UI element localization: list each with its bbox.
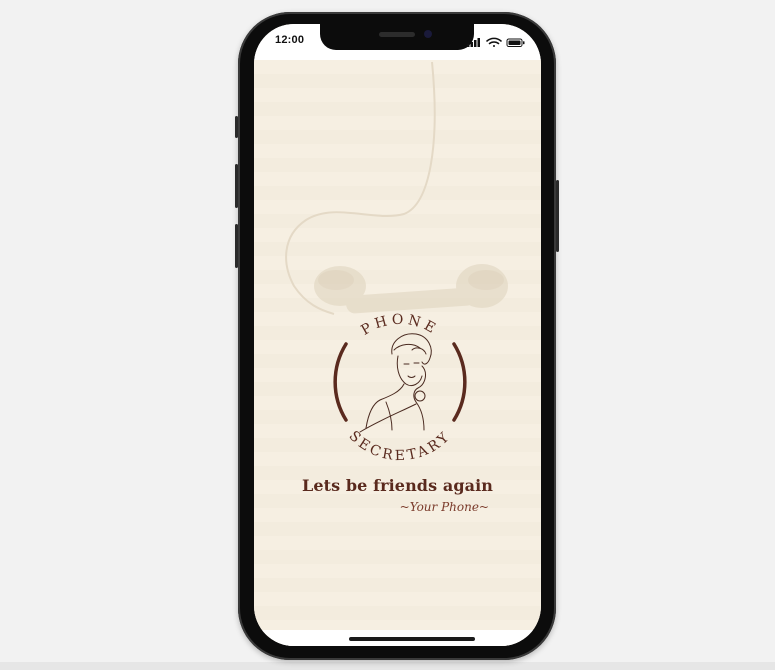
wifi-icon	[486, 37, 502, 47]
signature-text: ~Your Phone~	[399, 500, 489, 514]
logo-top-text: PHONE	[358, 312, 441, 339]
status-time: 12:00	[275, 34, 305, 46]
volume-down-button	[235, 224, 238, 268]
power-button	[556, 180, 559, 252]
signal-icon	[467, 38, 480, 47]
battery-icon	[506, 38, 525, 47]
phone-secretary-logo: PHONE SECRETARY	[333, 312, 467, 462]
logo-bottom-text: SECRETARY	[346, 428, 455, 462]
status-bar: 12:00	[254, 24, 541, 60]
earpiece-speaker	[379, 32, 415, 37]
woman-on-telephone-illustration	[359, 333, 432, 433]
mute-switch	[235, 116, 238, 138]
notch	[320, 24, 474, 50]
home-indicator[interactable]	[349, 637, 475, 641]
tagline: Lets be friends again	[301, 476, 494, 495]
status-icons	[467, 37, 525, 47]
phone-screen: PHONE SECRETARY Lets be friends again ~Y…	[254, 24, 541, 646]
front-camera	[424, 30, 432, 38]
page-bottom-strip	[0, 662, 775, 670]
volume-up-button	[235, 164, 238, 208]
